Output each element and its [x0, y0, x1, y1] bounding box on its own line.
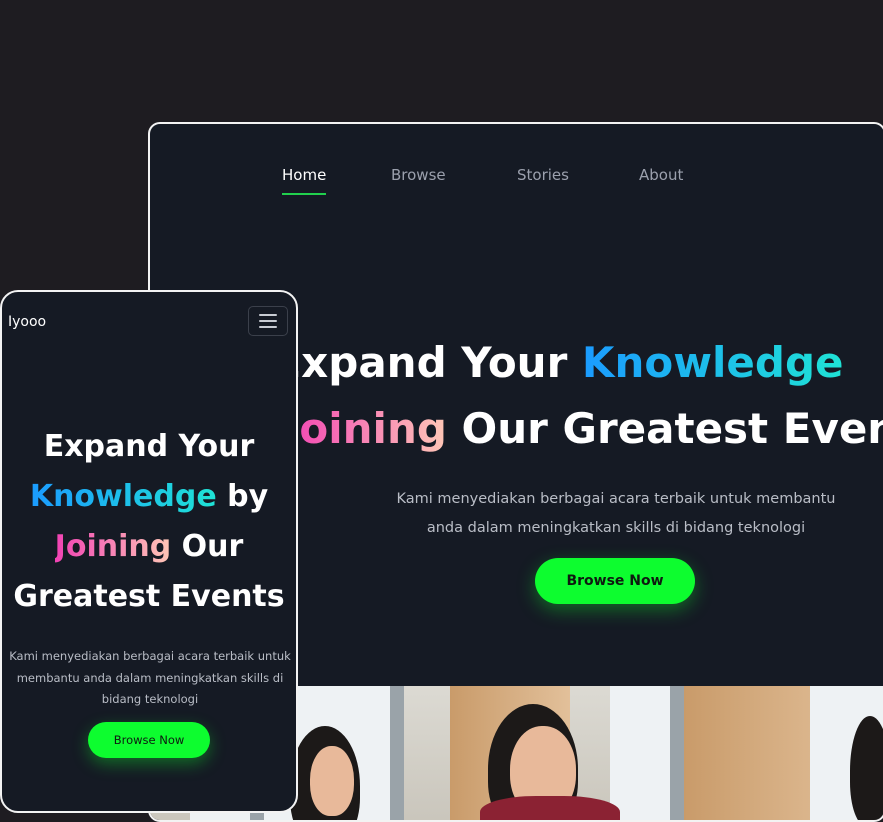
mobile-description-line: bidang teknologi [101, 692, 199, 706]
mobile-hero-title: Expand Your Knowledge by Joining Our Gre… [2, 422, 296, 622]
hero-title-part: Our Greatest Events [461, 404, 883, 453]
hamburger-icon[interactable] [248, 306, 288, 336]
mobile-title-line-1: Expand Your [43, 429, 255, 464]
mobile-title-part: Our [171, 529, 244, 564]
nav-about[interactable]: About [639, 166, 683, 184]
mobile-title-line-3: Joining Our [2, 522, 296, 572]
mobile-hero-description: Kami menyediakan berbagai acara terbaik … [4, 646, 296, 711]
mobile-mockup: Iyooo Expand Your Knowledge by Joining O… [0, 290, 298, 813]
mobile-title-part: by [216, 479, 269, 514]
hero-description-line: anda dalam meningkatkan skills di bidang… [426, 520, 806, 536]
mobile-title-highlight-joining: Joining [54, 529, 172, 564]
hero-title-highlight-knowledge: Knowledge [581, 338, 844, 387]
nav-browse[interactable]: Browse [391, 166, 446, 184]
browse-now-button[interactable]: Browse Now [535, 558, 695, 604]
desktop-navbar: Home Browse Stories About [150, 166, 883, 206]
mobile-title-highlight-knowledge: Knowledge [29, 479, 217, 514]
mobile-browse-now-button[interactable]: Browse Now [88, 722, 210, 758]
hero-description-line: Kami menyediakan berbagai acara terbaik … [396, 491, 836, 507]
nav-stories[interactable]: Stories [517, 166, 569, 184]
mobile-description-line: Kami menyediakan berbagai acara terbaik … [9, 649, 291, 663]
hero-title-part: Expand Your [272, 338, 582, 387]
brand-logo[interactable]: Iyooo [8, 314, 46, 330]
mobile-title-line-4: Greatest Events [13, 579, 285, 614]
mobile-description-line: membantu anda dalam meningkatkan skills … [16, 670, 284, 685]
nav-home[interactable]: Home [282, 166, 327, 195]
mobile-title-line-2: Knowledge by [2, 472, 296, 522]
hero-description: Kami menyediakan berbagai acara terbaik … [378, 485, 854, 543]
hero-title-highlight-joining: Joining [283, 404, 447, 453]
